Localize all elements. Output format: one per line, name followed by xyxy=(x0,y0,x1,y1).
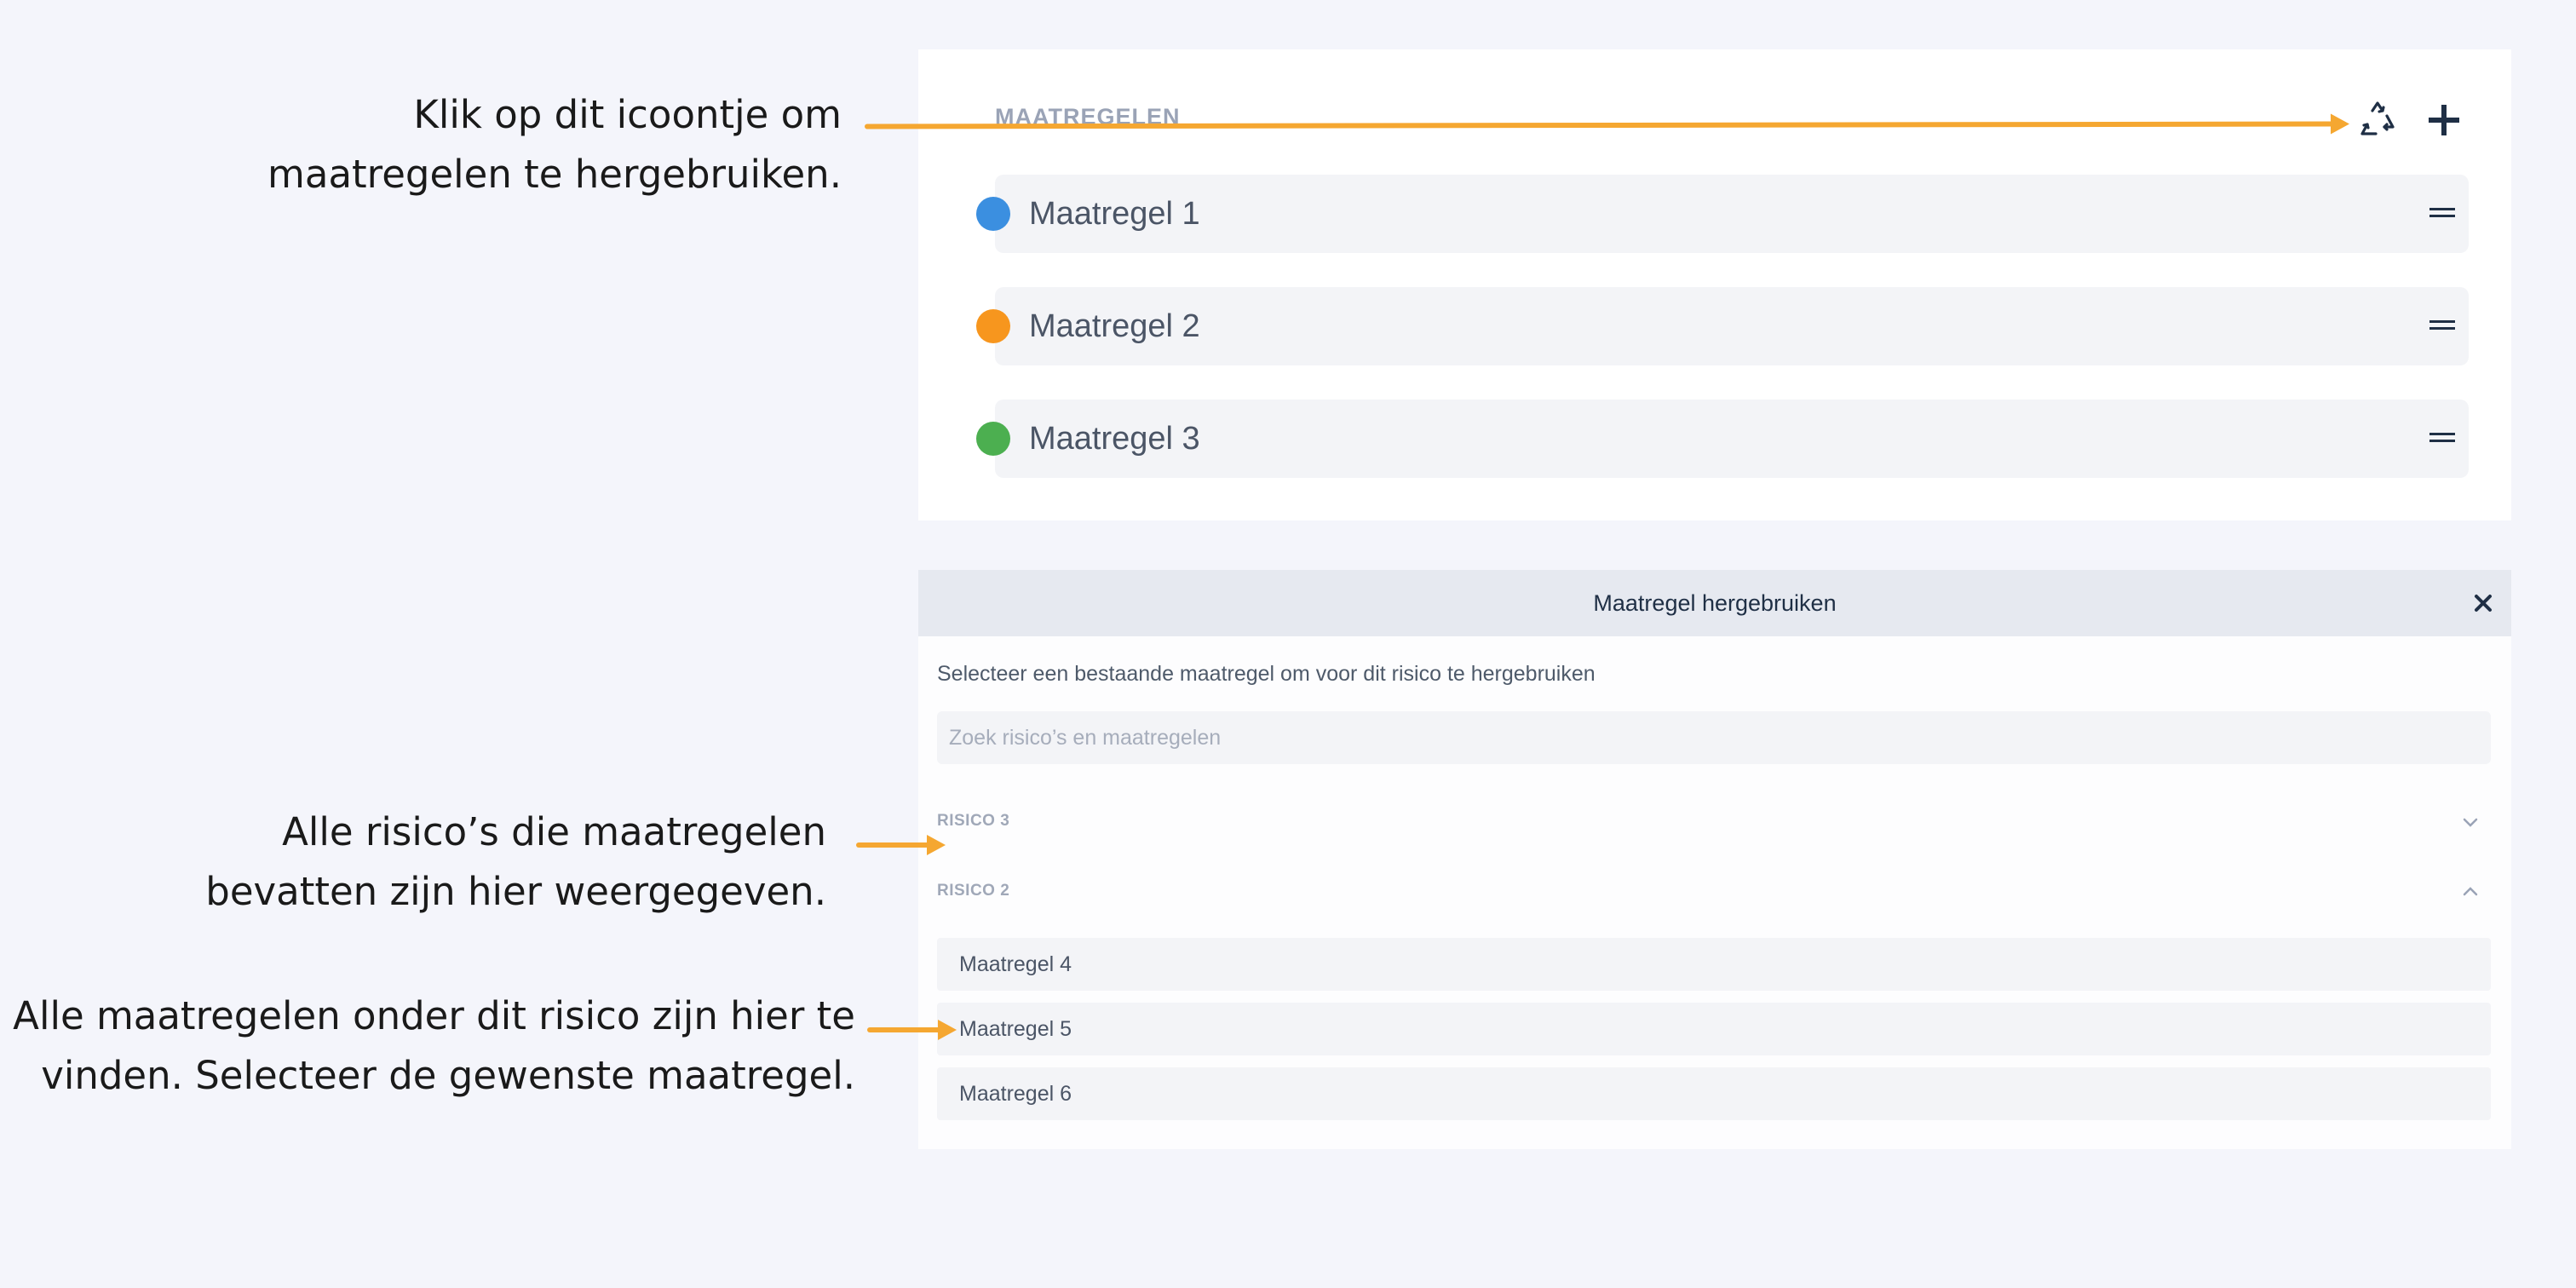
measures-panel: MAATREGELEN Maatregel 1 Maatregel 2 Maat… xyxy=(918,49,2511,520)
annotation-line: Klik op dit icoontje om xyxy=(413,92,842,137)
annotation-line: maatregelen te hergebruiken. xyxy=(267,152,842,197)
reuse-measure-item[interactable]: Maatregel 5 xyxy=(937,1003,2491,1055)
measure-label: Maatregel 3 xyxy=(1029,421,1200,457)
measure-label: Maatregel 2 xyxy=(1029,308,1200,344)
chevron-up-icon xyxy=(2463,887,2478,896)
reuse-measure-item[interactable]: Maatregel 6 xyxy=(937,1067,2491,1120)
annotation-reuse-icon: Klik op dit icoontje om maatregelen te h… xyxy=(267,85,842,204)
measure-item[interactable]: Maatregel 2 xyxy=(976,287,2469,365)
drag-handle-icon[interactable] xyxy=(2429,318,2455,333)
plus-icon xyxy=(2429,105,2459,135)
dialog-header: Maatregel hergebruiken xyxy=(918,570,2511,636)
annotation-line: vinden. Selecteer de gewenste maatregel. xyxy=(41,1053,855,1098)
drag-handle-icon[interactable] xyxy=(2429,430,2455,446)
dialog-title: Maatregel hergebruiken xyxy=(1593,590,1837,616)
drag-handle-icon[interactable] xyxy=(2429,205,2455,221)
risk-group-label: RISICO 3 xyxy=(937,812,1010,830)
annotation-risks: Alle risico’s die maatregelen bevatten z… xyxy=(205,802,826,922)
reuse-measure-item[interactable]: Maatregel 4 xyxy=(937,938,2491,991)
annotation-measures: Alle maatregelen onder dit risico zijn h… xyxy=(13,986,855,1106)
risk-group-header[interactable]: RISICO 2 xyxy=(937,873,2491,911)
measure-label: Maatregel 1 xyxy=(1029,196,1200,232)
annotation-line: Alle maatregelen onder dit risico zijn h… xyxy=(13,993,855,1038)
recycle-icon xyxy=(2360,101,2395,135)
dialog-description: Selecteer een bestaande maatregel om voo… xyxy=(937,662,1596,686)
annotation-arrow xyxy=(867,1020,957,1040)
risk-group-header[interactable]: RISICO 3 xyxy=(937,803,2491,841)
measure-color-dot xyxy=(976,197,1010,231)
annotation-line: Alle risico’s die maatregelen xyxy=(282,809,826,854)
reuse-measure-label: Maatregel 6 xyxy=(959,1082,1072,1106)
reuse-measure-label: Maatregel 5 xyxy=(959,1017,1072,1041)
chevron-down-icon xyxy=(2463,818,2478,827)
search-input[interactable] xyxy=(937,711,2491,764)
reuse-measure-label: Maatregel 4 xyxy=(959,952,1072,976)
risk-group-label: RISICO 2 xyxy=(937,882,1010,900)
measure-item[interactable]: Maatregel 1 xyxy=(976,175,2469,253)
close-button[interactable] xyxy=(2465,585,2501,621)
add-button[interactable] xyxy=(2419,95,2469,145)
annotation-arrow xyxy=(856,835,946,855)
reuse-button[interactable] xyxy=(2353,95,2402,145)
measure-item[interactable]: Maatregel 3 xyxy=(976,400,2469,478)
reuse-dialog: Maatregel hergebruiken Selecteer een bes… xyxy=(918,570,2511,1149)
measure-color-dot xyxy=(976,422,1010,456)
close-icon xyxy=(2475,595,2492,612)
annotation-line: bevatten zijn hier weergegeven. xyxy=(205,869,826,914)
measure-color-dot xyxy=(976,309,1010,343)
